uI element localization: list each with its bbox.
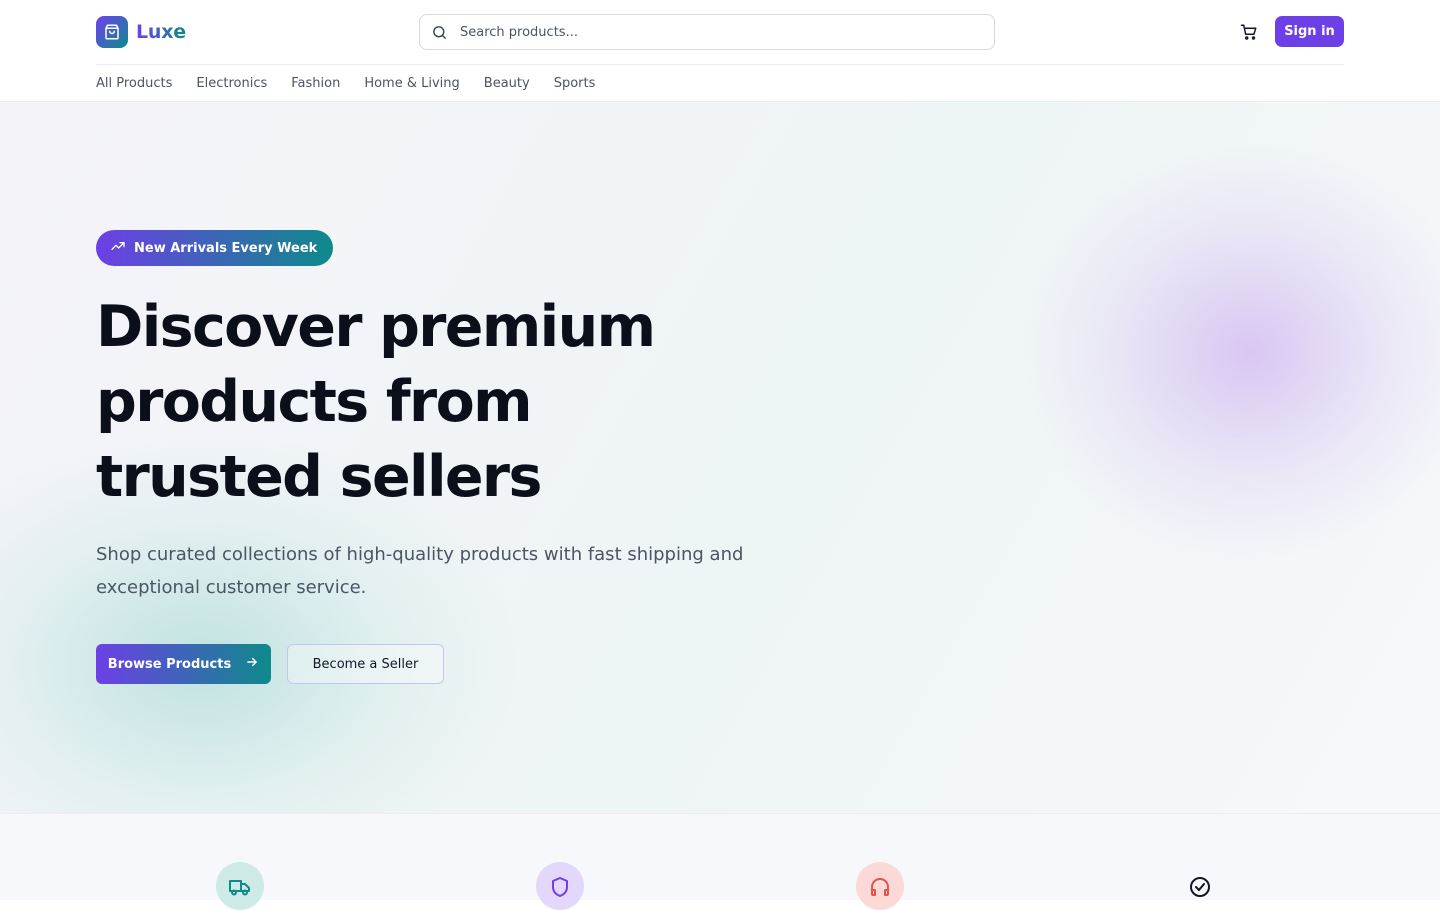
- logo[interactable]: Luxe: [96, 16, 186, 48]
- top-bar: Luxe Sign in: [96, 0, 1344, 65]
- shopping-bag-icon: [96, 16, 128, 48]
- category-all-products[interactable]: All Products: [96, 76, 172, 91]
- check-circle-icon: [1176, 862, 1224, 910]
- headline-line: trusted sellers: [96, 444, 542, 510]
- become-seller-button[interactable]: Become a Seller: [287, 644, 444, 684]
- browse-products-label: Browse Products: [107, 656, 232, 672]
- hero-headline: Discover premium products from trusted s…: [96, 290, 716, 515]
- headline-line: products from: [96, 369, 533, 435]
- badge-label: New Arrivals Every Week: [134, 240, 318, 256]
- category-electronics[interactable]: Electronics: [196, 76, 267, 91]
- headphones-icon: [856, 862, 904, 910]
- category-nav: All Products Electronics Fashion Home & …: [96, 65, 619, 101]
- category-sports[interactable]: Sports: [554, 76, 596, 91]
- search-input[interactable]: [420, 15, 994, 49]
- decorative-blob: [1020, 142, 1440, 562]
- category-beauty[interactable]: Beauty: [484, 76, 530, 91]
- hero-subtitle: Shop curated collections of high-quality…: [96, 544, 744, 598]
- brand-name: Luxe: [136, 21, 186, 43]
- search-icon: [431, 24, 448, 41]
- category-fashion[interactable]: Fashion: [291, 76, 340, 91]
- sign-in-button[interactable]: Sign in: [1275, 16, 1344, 47]
- trending-up-icon: [110, 238, 126, 258]
- shield-icon: [536, 862, 584, 910]
- search-bar: [419, 14, 995, 50]
- cart-icon[interactable]: [1237, 20, 1261, 44]
- browse-products-button[interactable]: Browse Products: [96, 644, 271, 684]
- hero-section: New Arrivals Every Week Discover premium…: [0, 102, 1440, 813]
- headline-line: Discover premium: [96, 294, 656, 360]
- features-strip: [0, 813, 1440, 910]
- truck-icon: [216, 862, 264, 910]
- new-arrivals-badge: New Arrivals Every Week: [96, 230, 334, 266]
- site-header: Luxe Sign in All Products Electronics Fa…: [0, 0, 1440, 102]
- arrow-right-icon: [245, 655, 259, 673]
- category-home-living[interactable]: Home & Living: [364, 76, 459, 91]
